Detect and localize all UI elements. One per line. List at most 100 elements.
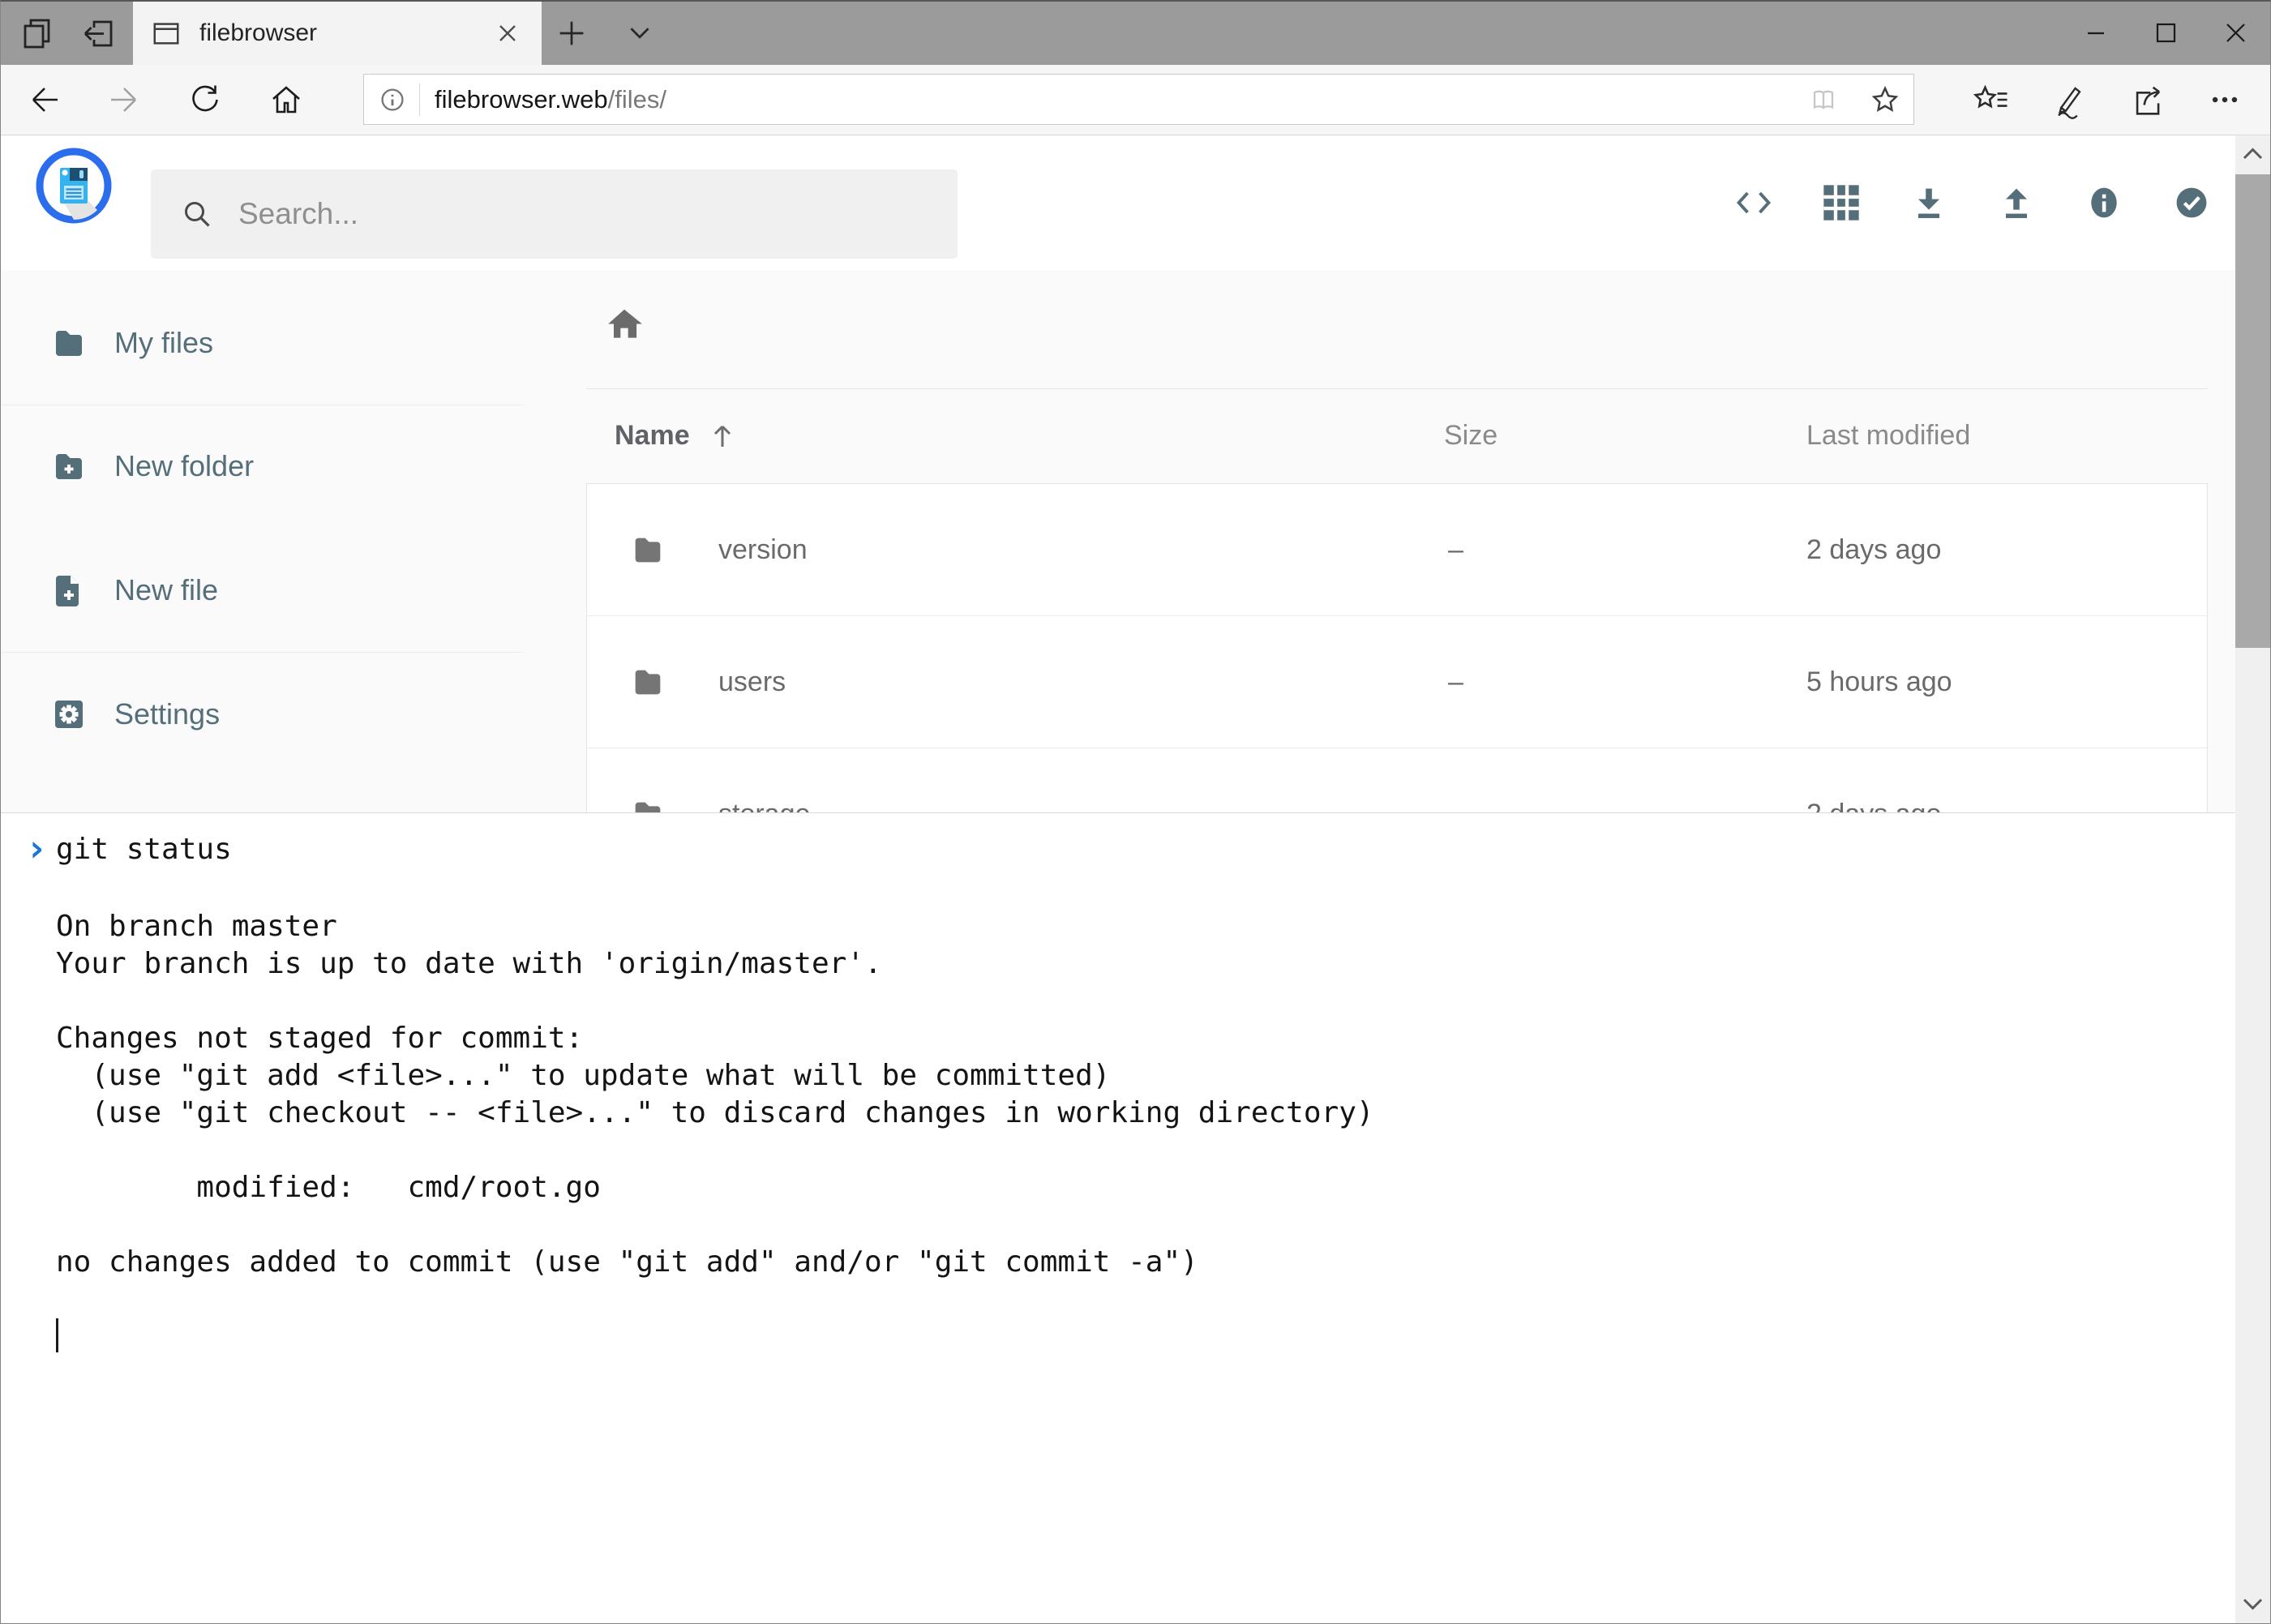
address-bar[interactable]: filebrowser.web/files/	[363, 74, 1914, 125]
terminal-panel[interactable]: › git status On branch master Your branc…	[1, 812, 2237, 1623]
browser-window: filebrowser	[0, 0, 2271, 1624]
forward-button[interactable]	[105, 80, 144, 119]
site-info-icon[interactable]	[375, 83, 409, 117]
sidebar-item-label: My files	[114, 326, 213, 360]
arrow-right-icon	[105, 80, 144, 119]
minimize-icon	[2078, 15, 2114, 51]
column-header-modified[interactable]: Last modified	[1806, 409, 1970, 461]
tab-bar: filebrowser	[1, 2, 2270, 65]
refresh-icon	[186, 80, 225, 119]
download-button[interactable]	[1906, 163, 1952, 242]
upload-button[interactable]	[1994, 163, 2039, 242]
scrollbar-thumb[interactable]	[2235, 174, 2270, 648]
web-note-pen-button[interactable]	[2030, 76, 2108, 123]
upload-icon	[1995, 182, 2037, 224]
column-header-size[interactable]: Size	[1444, 409, 1498, 461]
column-header-size-label: Size	[1444, 420, 1498, 452]
download-icon	[1908, 182, 1950, 224]
sidebar-item-settings[interactable]: Settings	[1, 677, 522, 752]
folder-icon	[629, 663, 666, 701]
tabs-set-aside-list-button[interactable]	[17, 15, 59, 54]
share-icon	[2126, 79, 2168, 121]
sidebar-item-new-folder[interactable]: New folder	[1, 429, 522, 503]
select-multiple-button[interactable]	[2169, 163, 2214, 242]
tab-arrow-left-icon	[79, 15, 121, 54]
folder-icon	[49, 324, 88, 362]
grid-icon	[1820, 182, 1862, 224]
address-bar-divider	[419, 84, 420, 116]
filebrowser-page: My files New folder New fi	[1, 135, 2237, 1623]
listing-column-headers: Name Size Last modified	[586, 409, 2208, 461]
plus-icon	[553, 15, 590, 52]
browser-navbar: filebrowser.web/files/	[1, 65, 2270, 135]
home-outline-icon	[267, 80, 306, 119]
code-icon	[1731, 182, 1776, 224]
chevron-down-icon	[2235, 1584, 2270, 1623]
file-info-button[interactable]	[2081, 163, 2127, 242]
info-icon	[2083, 182, 2125, 224]
settings-more-button[interactable]	[2186, 76, 2264, 123]
browser-viewport: My files New folder New fi	[1, 135, 2270, 1623]
url-text[interactable]: filebrowser.web/files/	[435, 85, 666, 114]
check-circle-icon	[2170, 182, 2213, 224]
window-minimize-button[interactable]	[2061, 2, 2131, 65]
terminal-command: git status	[56, 829, 232, 870]
terminal-output-text: On branch master Your branch is up to da…	[56, 910, 1374, 1279]
filebrowser-logo	[35, 147, 113, 225]
terminal-cursor	[56, 1318, 58, 1352]
sidebar-item-label: New folder	[114, 449, 254, 483]
raw-code-view-button[interactable]	[1731, 163, 1776, 242]
set-tabs-aside-button[interactable]	[79, 15, 121, 54]
stacked-tabs-icon	[17, 15, 59, 54]
file-name: version	[718, 484, 808, 616]
file-size: –	[1448, 484, 1463, 616]
navbar-right-buttons	[1952, 76, 2264, 123]
home-icon	[604, 304, 645, 345]
file-row-version[interactable]: version – 2 days ago	[587, 484, 2207, 616]
share-button[interactable]	[2108, 76, 2186, 123]
grid-view-button[interactable]	[1819, 163, 1864, 242]
tab-preview-toggle-button[interactable]	[619, 14, 661, 53]
folder-icon	[629, 531, 666, 568]
header-action-buttons	[1731, 163, 2214, 242]
arrow-left-icon	[25, 80, 64, 119]
back-button[interactable]	[25, 80, 64, 119]
sort-ascending-icon	[705, 418, 740, 453]
sidebar-divider	[1, 652, 522, 653]
terminal-output: On branch master Your branch is up to da…	[56, 871, 1374, 1356]
scrollbar-down-button[interactable]	[2235, 1584, 2270, 1623]
search-input[interactable]	[237, 196, 902, 232]
favorites-hub-button[interactable]	[1952, 76, 2030, 123]
new-folder-icon	[49, 447, 88, 486]
tab-close-button[interactable]	[491, 17, 524, 49]
vertical-scrollbar[interactable]	[2235, 135, 2270, 1623]
file-name: users	[718, 616, 786, 748]
listing-divider	[586, 388, 2208, 389]
window-close-button[interactable]	[2200, 2, 2270, 65]
app-header	[1, 135, 2237, 270]
url-path: /files/	[608, 85, 666, 114]
browser-tab-filebrowser[interactable]: filebrowser	[133, 2, 542, 65]
refresh-button[interactable]	[186, 80, 225, 119]
file-modified: 5 hours ago	[1806, 616, 1952, 748]
search-box[interactable]	[151, 169, 958, 259]
tab-favicon-page-icon	[151, 18, 182, 49]
settings-gear-icon	[49, 695, 88, 734]
search-icon	[178, 195, 216, 233]
breadcrumb-home-button[interactable]	[604, 304, 645, 345]
file-row-users[interactable]: users – 5 hours ago	[587, 616, 2207, 748]
ellipsis-icon	[2204, 79, 2246, 121]
browser-home-button[interactable]	[267, 80, 306, 119]
window-maximize-button[interactable]	[2131, 2, 2200, 65]
sidebar-item-label: New file	[114, 573, 218, 607]
column-header-name[interactable]: Name	[615, 409, 740, 461]
file-modified: 2 days ago	[1806, 484, 1941, 616]
reading-view-icon[interactable]	[1805, 81, 1842, 118]
sidebar-item-my-files[interactable]: My files	[1, 306, 522, 380]
sidebar-item-new-file[interactable]: New file	[1, 553, 522, 628]
scrollbar-up-button[interactable]	[2235, 135, 2270, 174]
close-icon	[491, 17, 524, 49]
file-size: –	[1448, 616, 1463, 748]
favorite-star-icon[interactable]	[1866, 81, 1904, 118]
new-tab-button[interactable]	[551, 14, 593, 53]
